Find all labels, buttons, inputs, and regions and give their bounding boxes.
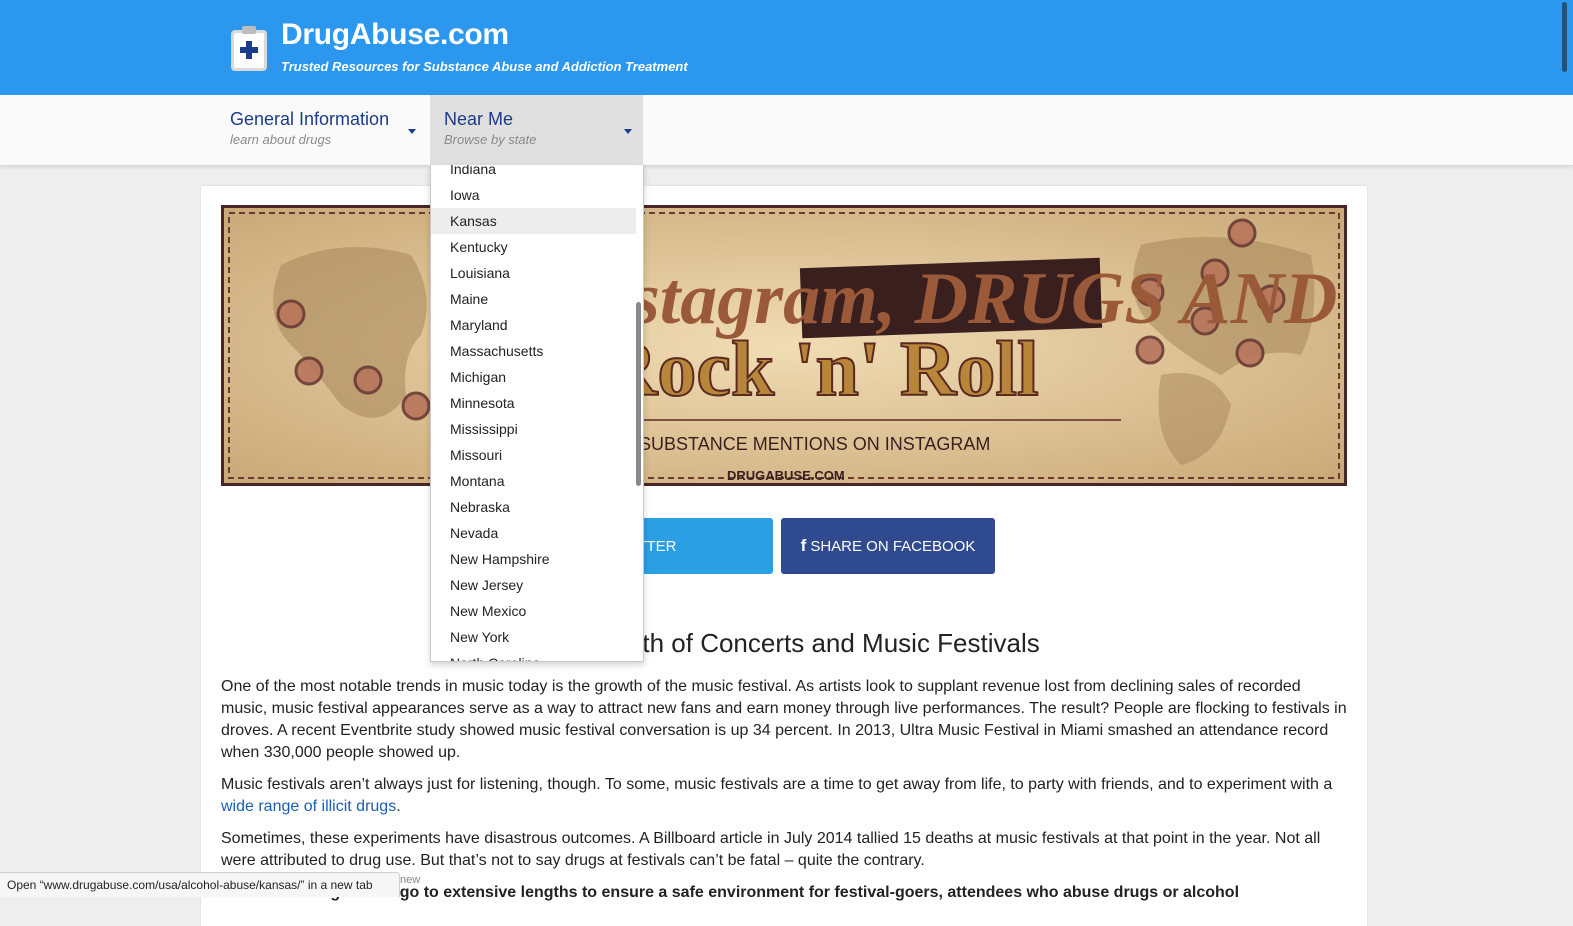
share-facebook-button[interactable]: f SHARE ON FACEBOOK [781,518,995,574]
state-list: Indiana Iowa Kansas Kentucky Louisiana Maine M… [431,165,636,661]
banner-source: DRUGABUSE.COM [727,468,845,483]
state-option-north-carolina[interactable]: North Carolina [431,650,636,661]
browser-status-bar: Open “www.drugabuse.com/usa/alcohol-abus… [0,872,400,897]
state-option-new-mexico[interactable]: New Mexico [431,598,636,624]
state-option-minnesota[interactable]: Minnesota [431,390,636,416]
article-heading: The Growth of Concerts and Music Festiva… [528,628,1040,658]
nav-near-me[interactable]: Near Me Browse by state [430,95,643,165]
site-title[interactable]: DrugAbuse.com [281,18,509,52]
state-option-indiana[interactable]: Indiana [431,165,636,182]
site-header: DrugAbuse.com Trusted Resources for Subs… [0,0,1573,95]
state-option-michigan[interactable]: Michigan [431,364,636,390]
dropdown-scrollbar[interactable] [636,302,641,486]
state-option-louisiana[interactable]: Louisiana [431,260,636,286]
banner-illustration: Instagram, DRUGS AND Rock 'n' Roll FESTI… [221,205,1347,486]
article-paragraph: Music festivals aren’t always just for l… [221,776,1333,815]
article-card: Instagram, DRUGS AND Rock 'n' Roll FESTI… [201,186,1367,926]
state-option-massachusetts[interactable]: Massachusetts [431,338,636,364]
state-option-nebraska[interactable]: Nebraska [431,494,636,520]
illicit-drugs-link[interactable]: wide range of illicit drugs [221,798,396,815]
state-option-mississippi[interactable]: Mississippi [431,416,636,442]
status-bar-overflow: new [400,874,421,886]
caret-down-icon [624,129,632,134]
nav-near-sub: Browse by state [444,132,537,147]
state-option-kansas[interactable]: Kansas [431,208,636,234]
nav-general-information[interactable]: General Information learn about drugs [230,95,420,165]
near-me-state-dropdown[interactable]: Indiana Iowa Kansas Kentucky Louisiana Maine M… [430,165,644,662]
clipboard-medical-icon[interactable] [230,24,268,72]
article-paragraph: One of the most notable trends in music … [221,678,1347,761]
nav-general-label: General Information [230,109,390,129]
main-nav: General Information learn about drugs Ne… [0,95,1573,166]
state-option-montana[interactable]: Montana [431,468,636,494]
state-option-nevada[interactable]: Nevada [431,520,636,546]
caret-down-icon [408,129,416,134]
state-option-new-jersey[interactable]: New Jersey [431,572,636,598]
state-option-iowa[interactable]: Iowa [431,182,636,208]
site-tagline: Trusted Resources for Substance Abuse an… [281,59,688,74]
nav-near-label: Near Me [444,109,514,129]
state-option-maryland[interactable]: Maryland [431,312,636,338]
nav-general-sub: learn about drugs [230,132,332,147]
state-option-missouri[interactable]: Missouri [431,442,636,468]
facebook-icon: f [800,536,807,555]
state-option-maine[interactable]: Maine [431,286,636,312]
share-facebook-label: SHARE ON FACEBOOK [810,537,976,555]
state-option-kentucky[interactable]: Kentucky [431,234,636,260]
state-option-new-york[interactable]: New York [431,624,636,650]
article-paragraph: Sometimes, these experiments have disast… [221,830,1321,869]
article-banner-image: Instagram, DRUGS AND Rock 'n' Roll FESTI… [221,205,1347,486]
banner-headline-2: Rock 'n' Roll [601,325,1039,412]
state-option-new-hampshire[interactable]: New Hampshire [431,546,636,572]
window-scrollbar[interactable] [1562,2,1567,72]
